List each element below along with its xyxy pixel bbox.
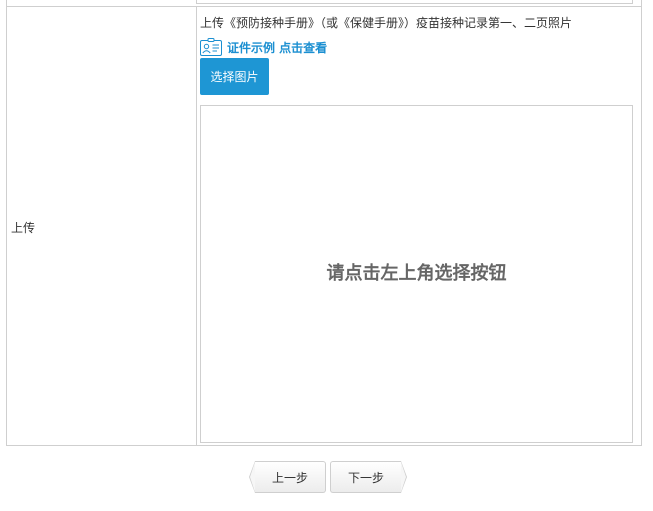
column-divider bbox=[196, 6, 197, 446]
left-arrow-shape bbox=[249, 461, 255, 493]
upload-row-label: 上传 bbox=[11, 221, 36, 235]
right-arrow-shape bbox=[401, 461, 407, 493]
id-card-icon bbox=[200, 38, 222, 56]
next-step-label: 下一步 bbox=[347, 470, 384, 485]
upload-instruction: 上传《预防接种手册》（或《保健手册》）疫苗接种记录第一、二页照片 bbox=[200, 16, 573, 30]
step-navigation: 上一步 下一步 bbox=[249, 461, 407, 493]
next-step-button[interactable]: 下一步 bbox=[330, 461, 407, 493]
certificate-example-text[interactable]: 证件示例 点击查看 bbox=[227, 39, 327, 56]
row-divider bbox=[6, 6, 642, 7]
preview-hint-text: 请点击左上角选择按钮 bbox=[326, 263, 507, 284]
certificate-example-link[interactable]: 证件示例 点击查看 bbox=[200, 37, 327, 57]
previous-step-button[interactable]: 上一步 bbox=[249, 461, 326, 493]
image-preview-area: 请点击左上角选择按钮 bbox=[200, 105, 633, 443]
previous-step-label: 上一步 bbox=[271, 470, 308, 485]
choose-image-button[interactable]: 选择图片 bbox=[200, 58, 269, 95]
